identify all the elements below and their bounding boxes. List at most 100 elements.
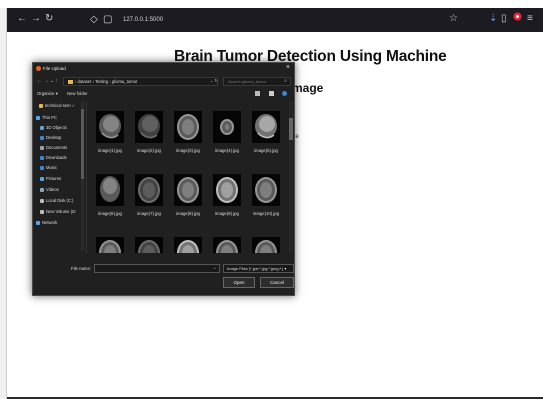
reload-icon[interactable]: ↻	[45, 12, 53, 26]
file-item[interactable]	[209, 237, 245, 253]
sidebar-item[interactable]: Documents	[40, 145, 67, 153]
mri-thumbnail-image	[213, 237, 241, 253]
mri-thumbnail-image	[135, 174, 163, 206]
file-item[interactable]: image(5).jpg	[248, 111, 284, 153]
back-arrow-icon[interactable]: ←	[37, 78, 42, 84]
breadcrumb[interactable]: › dataset › Testing › glioma_tumor	[63, 77, 218, 86]
open-button[interactable]: Open	[223, 277, 255, 288]
file-item[interactable]: image(6).jpg	[92, 174, 128, 216]
mri-thumbnail-image	[135, 111, 163, 143]
browser-toolbar: ← → ↻ ◇ ▢ 127.0.0.1:5000 ☆ ⇣ ▯ ≡	[7, 8, 543, 32]
disk-icon	[40, 209, 44, 214]
sidebar-item-label: Videos	[46, 187, 59, 192]
file-item[interactable]: image(2).jpg	[131, 111, 167, 153]
forward-arrow-icon[interactable]: →	[31, 12, 41, 26]
forward-arrow-icon[interactable]: →	[44, 78, 49, 84]
file-name-label: File name:	[71, 266, 92, 271]
file-name: image(8).jpg	[176, 211, 200, 216]
menu-icon[interactable]: ≡	[527, 12, 533, 26]
back-arrow-icon[interactable]: ←	[17, 12, 27, 26]
file-item[interactable]: image(10).jpg	[248, 174, 284, 216]
sidebar-item-label: Music	[46, 165, 57, 170]
sidebar-item[interactable]: Network	[36, 220, 57, 228]
cube-icon	[40, 125, 44, 130]
file-item[interactable]: image(9).jpg	[209, 174, 245, 216]
file-name: image(2).jpg	[137, 148, 161, 153]
sidebar-item[interactable]: Music	[40, 165, 57, 173]
extensions-icon[interactable]: ▯	[501, 12, 507, 26]
file-item[interactable]	[131, 237, 167, 253]
mri-thumbnail-image	[174, 174, 202, 206]
window-left-edge	[0, 8, 7, 399]
documents-icon	[40, 145, 44, 150]
bookmark-star-icon[interactable]: ☆	[449, 12, 458, 26]
sidebar-item[interactable]: Downloads	[40, 155, 67, 163]
disk-icon	[40, 198, 44, 203]
mri-thumbnail-image	[252, 174, 280, 206]
file-name-input[interactable]: ⌄	[94, 264, 220, 273]
page-info-icon[interactable]: ▢	[103, 13, 112, 27]
dialog-command-bar: Organize ▾ New folder	[33, 89, 294, 99]
dialog-sidebar: technical sem ✓ This PC 3D Objects Desktop D…	[33, 101, 87, 253]
file-item[interactable]: image(1).jpg	[92, 111, 128, 153]
sidebar-item[interactable]: technical sem ✓	[39, 103, 75, 111]
file-grid-scrollbar-thumb[interactable]	[289, 118, 293, 140]
file-type-select[interactable]: Image Files (*.jpe;*.jpg;*.jpeg;*.j ▾	[223, 264, 294, 273]
page-subheading: mage	[292, 81, 324, 95]
chevron-down-icon[interactable]: ⌄	[50, 78, 54, 84]
pictures-icon	[40, 176, 44, 181]
preview-pane-icon[interactable]	[269, 91, 274, 96]
sidebar-item-label: Pictures	[46, 176, 62, 181]
cancel-button[interactable]: Cancel	[260, 277, 294, 288]
file-upload-dialog: File Upload × ← → ⌄ ↑ › dataset › Testin…	[32, 62, 295, 296]
search-placeholder: Search glioma_tumor	[228, 79, 267, 84]
search-icon: ⌕	[284, 78, 287, 84]
new-folder-button[interactable]: New folder	[67, 91, 88, 96]
shield-icon[interactable]: ◇	[90, 13, 98, 27]
sidebar-item[interactable]: Local Disk (C:)	[40, 198, 73, 206]
video-icon	[40, 187, 44, 192]
sidebar-item[interactable]: Videos	[40, 187, 59, 195]
file-name: image(6).jpg	[98, 211, 122, 216]
close-icon[interactable]: ×	[286, 64, 290, 71]
resize-grip-icon[interactable]: ⋰	[289, 289, 293, 294]
file-item[interactable]	[170, 237, 206, 253]
file-name: image(3).jpg	[176, 148, 200, 153]
file-item[interactable]: image(4).jpg	[209, 111, 245, 153]
mri-thumbnail-image	[252, 111, 280, 143]
profile-icon[interactable]	[513, 12, 522, 26]
breadcrumb-path: › dataset › Testing › glioma_tumor	[75, 79, 138, 84]
sidebar-item[interactable]: Desktop	[40, 135, 61, 143]
refresh-icon[interactable]: ⌄ ↻	[210, 78, 218, 83]
network-icon	[36, 220, 40, 225]
download-icon[interactable]: ⇣	[489, 12, 497, 26]
url-text: 127.0.0.1:5000	[123, 17, 164, 23]
file-item[interactable]	[248, 237, 284, 253]
file-name: image(5).jpg	[254, 148, 278, 153]
computer-icon	[36, 115, 40, 120]
sidebar-item[interactable]: This PC	[36, 115, 57, 123]
folder-icon	[68, 79, 73, 84]
address-bar[interactable]: ◇ ▢ 127.0.0.1:5000	[87, 12, 387, 28]
help-icon[interactable]	[282, 91, 287, 96]
file-item[interactable]: image(3).jpg	[170, 111, 206, 153]
search-input[interactable]: Search glioma_tumor ⌕	[223, 77, 291, 86]
dialog-titlebar[interactable]: File Upload ×	[33, 63, 294, 75]
file-name: image(9).jpg	[215, 211, 239, 216]
file-item[interactable]	[92, 237, 128, 253]
up-arrow-icon[interactable]: ↑	[55, 78, 58, 84]
sidebar-item-label: Downloads	[46, 155, 67, 160]
organize-button[interactable]: Organize ▾	[37, 91, 58, 97]
chevron-down-icon[interactable]: ⌄	[213, 265, 217, 271]
file-item[interactable]: image(8).jpg	[170, 174, 206, 216]
desktop-icon	[40, 135, 44, 140]
sidebar-item[interactable]: Pictures	[40, 176, 61, 184]
sidebar-item-label: New Volume (D:	[46, 209, 77, 214]
sidebar-item[interactable]: 3D Objects	[40, 125, 67, 133]
mri-thumbnail-image	[96, 237, 124, 253]
file-item[interactable]: image(7).jpg	[131, 174, 167, 216]
sidebar-scrollbar-thumb[interactable]	[81, 109, 84, 179]
sidebar-item-label: Network	[42, 220, 58, 225]
view-options-icon[interactable]	[255, 91, 260, 96]
sidebar-item[interactable]: New Volume (D:	[40, 209, 76, 217]
